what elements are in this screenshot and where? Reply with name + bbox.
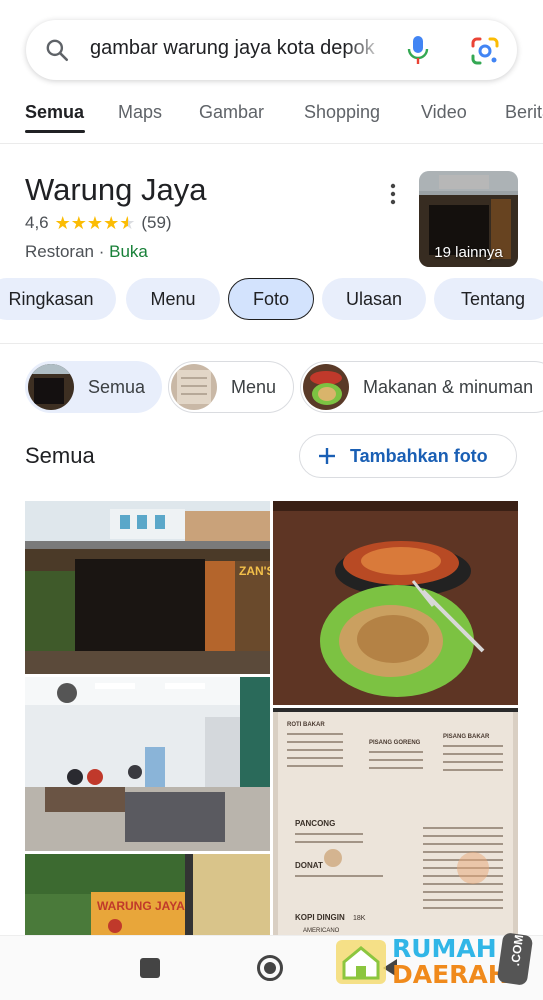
menu-price: 18K [353, 915, 366, 922]
mic-icon[interactable] [406, 34, 430, 66]
category-chip-semua[interactable]: Semua [25, 361, 162, 413]
watermark-text-2: DAERAH [392, 960, 509, 989]
watermark-logo: RUMAH DAERAH .COM [334, 930, 534, 994]
photo-banner-text: WARUNG JAYA [97, 899, 185, 913]
house-logo-icon [336, 940, 386, 984]
search-icon[interactable] [44, 37, 70, 63]
search-tabs: Semua Maps Gambar Shopping Video Berita [0, 96, 543, 136]
add-photo-label: Tambahkan foto [350, 445, 488, 466]
star-icon: ★ [86, 213, 104, 233]
section-title: Semua [25, 443, 95, 468]
section-chips: Ringkasan Menu Foto Ulasan Tentang [0, 278, 543, 322]
search-bar[interactable]: gambar warung jaya kota depok [26, 20, 517, 80]
open-status: Buka [109, 242, 148, 261]
home-icon[interactable] [257, 955, 283, 981]
active-tab-indicator [25, 130, 85, 133]
chip-tentang[interactable]: Tentang [434, 278, 543, 320]
divider [0, 343, 543, 344]
menu-heading: ROTI BAKAR [287, 722, 325, 728]
search-input[interactable]: gambar warung jaya kota depok [90, 37, 386, 60]
dining-room-photo[interactable] [25, 677, 270, 851]
divider [0, 143, 543, 144]
menu-heading: PANCONG [295, 819, 335, 828]
rating-row[interactable]: 4,6 ★ ★ ★ ★ ★ (59) [25, 213, 172, 233]
half-star-icon: ★ [119, 213, 136, 233]
chip-menu[interactable]: Menu [126, 278, 220, 320]
photo-banner-text: ZAN'S [239, 564, 270, 578]
menu-heading: PISANG GORENG [369, 740, 421, 746]
category-label: Menu [231, 376, 277, 397]
tab-video[interactable]: Video [421, 102, 467, 123]
category-chip-menu[interactable]: Menu [168, 361, 294, 413]
category-thumb-image [28, 364, 74, 410]
shop-banner-photo[interactable]: WARUNG JAYA [25, 854, 270, 935]
add-photo-button[interactable]: Tambahkan foto [299, 434, 517, 478]
tab-gambar[interactable]: Gambar [199, 102, 264, 123]
star-icon: ★ [70, 213, 87, 233]
separator: · [98, 242, 105, 261]
business-category: Restoran [25, 242, 94, 261]
menu-heading: DONAT [295, 861, 323, 870]
chip-foto[interactable]: Foto [228, 278, 314, 320]
category-label: Semua [88, 376, 146, 397]
category-thumb-image [171, 364, 217, 410]
more-photos-label: 19 lainnya [434, 244, 503, 261]
category-thumb-image [303, 364, 349, 410]
star-icon: ★ [54, 213, 71, 233]
chip-ringkasan[interactable]: Ringkasan [0, 278, 116, 320]
star-icon: ★ [103, 213, 120, 233]
recent-apps-icon[interactable] [140, 958, 160, 978]
menu-board-photo[interactable]: ROTI BAKAR PISANG GORENG PISANG BAKAR PA… [273, 708, 518, 935]
google-lens-icon[interactable] [470, 36, 500, 66]
menu-heading: KOPI DINGIN [295, 913, 345, 922]
tab-maps[interactable]: Maps [118, 102, 162, 123]
category-label: Makanan & minuman [363, 376, 534, 397]
photo-thumbnail[interactable]: 19 lainnya [419, 171, 518, 267]
star-rating-icon: ★ ★ ★ ★ ★ [55, 214, 136, 232]
plus-icon [319, 448, 335, 464]
tab-berita[interactable]: Berita [505, 102, 543, 123]
watermark-text-1: RUMAH [392, 934, 497, 963]
menu-heading: PISANG BAKAR [443, 734, 490, 740]
tab-shopping[interactable]: Shopping [304, 102, 380, 123]
chip-ulasan[interactable]: Ulasan [322, 278, 426, 320]
storefront-photo[interactable]: ZAN'S [25, 501, 270, 674]
category-chip-makanan[interactable]: Makanan & minuman [300, 361, 543, 413]
food-plates-photo[interactable] [273, 501, 518, 705]
tab-semua[interactable]: Semua [25, 102, 84, 123]
more-vert-icon[interactable] [388, 182, 398, 206]
rating-value: 4,6 [25, 213, 49, 232]
review-count[interactable]: (59) [141, 213, 171, 233]
photo-category-chips: Semua Menu Makanan & minuman [0, 361, 543, 413]
business-name: Warung Jaya [25, 172, 207, 207]
category-status-row: Restoran · Buka [25, 242, 148, 262]
